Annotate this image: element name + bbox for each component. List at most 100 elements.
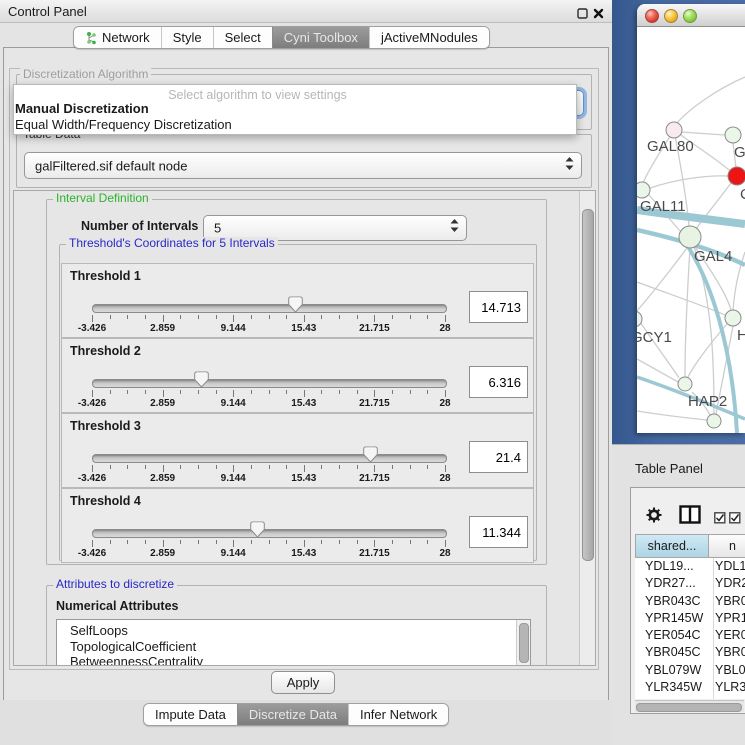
table-row[interactable]: YPR145WYPR1 bbox=[635, 610, 745, 627]
network-node[interactable] bbox=[666, 122, 682, 138]
number-of-intervals-value: 5 bbox=[214, 221, 221, 236]
tick-mark bbox=[445, 390, 446, 397]
checkbox-checked-icon[interactable] bbox=[729, 511, 741, 529]
network-window-titlebar[interactable] bbox=[637, 4, 745, 27]
slider-track[interactable] bbox=[92, 304, 447, 313]
tick-label: 15.43 bbox=[291, 398, 316, 409]
apply-button[interactable]: Apply bbox=[271, 671, 335, 694]
table-row[interactable]: YBR043CYBR0 bbox=[635, 593, 745, 610]
tick-mark bbox=[145, 540, 146, 544]
table-cell-shared-name: YIL052C bbox=[645, 696, 694, 699]
network-canvas[interactable]: GAL80GACGAL11GAL4GCY1HHAP2 bbox=[637, 27, 745, 433]
tick-mark bbox=[233, 465, 234, 472]
tab-discretize-data[interactable]: Discretize Data bbox=[237, 704, 348, 725]
tick-label: 9.144 bbox=[221, 473, 246, 484]
attribute-item-betweennesscentrality[interactable]: BetweennessCentrality bbox=[57, 654, 530, 666]
tick-mark bbox=[427, 315, 428, 319]
mac-minimize-button[interactable] bbox=[664, 9, 678, 23]
tick-mark bbox=[233, 390, 234, 397]
column-header-shared-name[interactable]: shared... bbox=[635, 534, 709, 558]
slider-thumb[interactable] bbox=[363, 446, 378, 463]
network-edge bbox=[650, 176, 728, 188]
network-node-label: C bbox=[740, 186, 745, 203]
attributes-scrollbar-thumb[interactable] bbox=[519, 623, 529, 663]
table-row[interactable]: YIL052C YIL0 bbox=[635, 696, 745, 699]
tick-mark bbox=[374, 465, 375, 472]
slider-thumb[interactable] bbox=[250, 521, 265, 538]
threshold-value-input[interactable] bbox=[469, 516, 528, 548]
algorithm-option-manual-discretization[interactable]: Manual Discretization bbox=[15, 101, 149, 116]
tick-label: 28 bbox=[439, 548, 450, 559]
tick-label: -3.426 bbox=[78, 548, 106, 559]
attribute-item-topologicalcoefficient[interactable]: TopologicalCoefficient bbox=[57, 639, 530, 655]
table-cell-name: YIL0 bbox=[715, 696, 741, 699]
numerical-attributes-list[interactable]: SelfLoopsTopologicalCoefficientBetweenne… bbox=[56, 619, 531, 666]
tick-mark bbox=[286, 465, 287, 469]
tick-label: 2.859 bbox=[150, 473, 175, 484]
slider-thumb[interactable] bbox=[288, 296, 303, 313]
gear-icon[interactable] bbox=[646, 507, 662, 528]
tab-label: Cyni Toolbox bbox=[284, 30, 358, 45]
table-cell-shared-name: YBL079W bbox=[645, 662, 701, 679]
tick-mark bbox=[357, 390, 358, 394]
table-row[interactable]: YDL19...YDL1 bbox=[635, 558, 745, 575]
tab-style[interactable]: Style bbox=[161, 27, 213, 48]
close-icon[interactable] bbox=[593, 6, 604, 24]
tick-mark bbox=[92, 390, 93, 397]
thresholds-group-title: Threshold's Coordinates for 5 Intervals bbox=[66, 237, 278, 250]
tab-jactivemnodules[interactable]: jActiveMNodules bbox=[369, 27, 489, 48]
network-node[interactable] bbox=[725, 127, 741, 143]
network-node[interactable] bbox=[725, 310, 741, 326]
table-row[interactable]: YER054CYER0 bbox=[635, 627, 745, 644]
tab-cyni-toolbox[interactable]: Cyni Toolbox bbox=[272, 27, 369, 48]
vertical-scrollbar-thumb[interactable] bbox=[582, 209, 594, 561]
tab-impute-data[interactable]: Impute Data bbox=[144, 704, 237, 725]
column-header-name[interactable]: n bbox=[709, 534, 745, 558]
column-layout-icon[interactable] bbox=[679, 505, 701, 529]
control-panel-titlebar: Control Panel bbox=[0, 0, 612, 23]
table-row[interactable]: YBR045CYBR0 bbox=[635, 644, 745, 661]
tick-mark bbox=[286, 540, 287, 544]
table-row[interactable]: YLR345WYLR3 bbox=[635, 679, 745, 696]
control-panel-title: Control Panel bbox=[8, 4, 87, 19]
network-node[interactable] bbox=[679, 226, 701, 248]
tick-mark bbox=[321, 390, 322, 394]
tick-label: 2.859 bbox=[150, 398, 175, 409]
horizontal-scrollbar[interactable] bbox=[635, 700, 744, 712]
table-data-select[interactable]: galFiltered.sif default node bbox=[24, 152, 582, 179]
vertical-scrollbar[interactable] bbox=[579, 191, 595, 665]
float-window-icon[interactable] bbox=[577, 6, 588, 24]
network-node[interactable] bbox=[728, 167, 745, 185]
algorithm-option-equal-width-frequency-discretization[interactable]: Equal Width/Frequency Discretization bbox=[15, 117, 232, 132]
table-row[interactable]: YBL079WYBL0 bbox=[635, 662, 745, 679]
slider-tick-labels: -3.4262.8599.14415.4321.71528 bbox=[92, 548, 445, 559]
tab-network[interactable]: Network bbox=[74, 27, 161, 48]
tab-infer-network[interactable]: Infer Network bbox=[348, 704, 448, 725]
table-row[interactable]: YDR27...YDR2 bbox=[635, 575, 745, 592]
horizontal-scrollbar-thumb[interactable] bbox=[636, 703, 742, 712]
threshold-value-input[interactable] bbox=[469, 291, 528, 323]
checkbox-checked-icon[interactable] bbox=[714, 511, 726, 529]
attributes-scrollbar[interactable] bbox=[516, 620, 530, 666]
network-node[interactable] bbox=[678, 377, 692, 391]
table-panel-title: Table Panel bbox=[635, 461, 703, 476]
network-node[interactable] bbox=[637, 182, 650, 198]
threshold-value-input[interactable] bbox=[469, 366, 528, 398]
table-cell-name: YDR2 bbox=[715, 575, 745, 592]
mac-close-button[interactable] bbox=[645, 9, 659, 23]
attributes-group-title: Attributes to discretize bbox=[53, 578, 177, 591]
network-node[interactable] bbox=[707, 414, 721, 428]
tick-label: 21.715 bbox=[359, 473, 390, 484]
tick-mark bbox=[92, 465, 93, 472]
slider-track[interactable] bbox=[92, 529, 447, 538]
slider-track[interactable] bbox=[92, 454, 447, 463]
tick-mark bbox=[410, 540, 411, 544]
attribute-item-selfloops[interactable]: SelfLoops bbox=[57, 623, 530, 639]
slider-track[interactable] bbox=[92, 379, 447, 388]
slider-thumb[interactable] bbox=[194, 371, 209, 388]
tab-select[interactable]: Select bbox=[213, 27, 272, 48]
bottom-tab-bar: Impute DataDiscretize DataInfer Network bbox=[143, 703, 449, 726]
threshold-value-input[interactable] bbox=[469, 441, 528, 473]
mac-zoom-button[interactable] bbox=[683, 9, 697, 23]
network-edge bbox=[637, 248, 687, 313]
